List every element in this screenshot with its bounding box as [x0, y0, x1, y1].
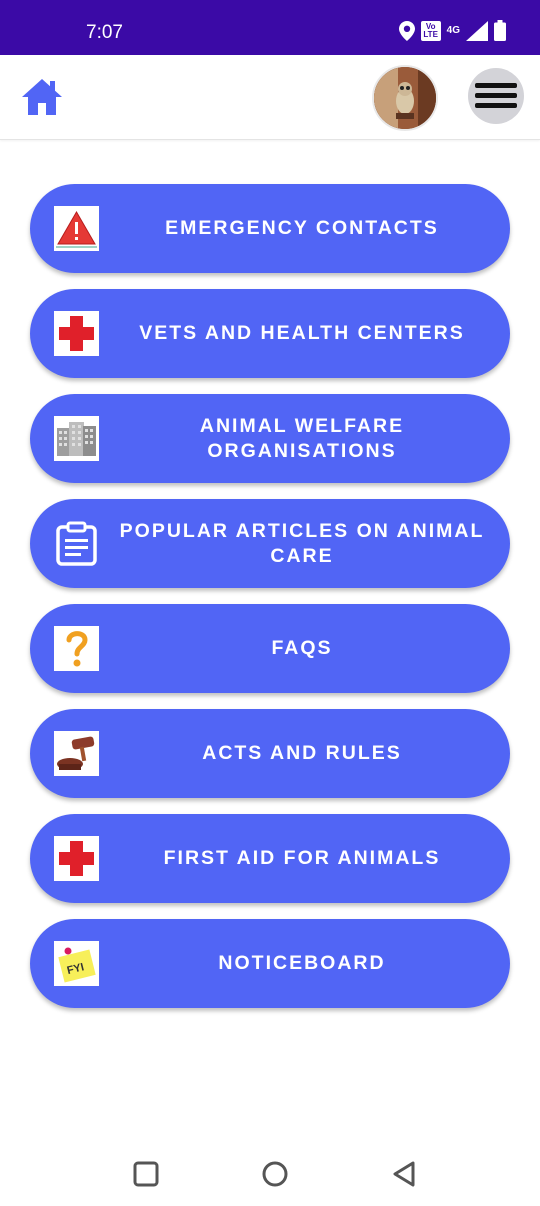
popular-articles-button[interactable]: POPULAR ARTICLES ON ANIMAL CARE: [30, 499, 510, 588]
noticeboard-button[interactable]: FYI NOTICEBOARD: [30, 919, 510, 1008]
home-icon[interactable]: [20, 77, 64, 117]
red-cross-icon: [54, 311, 99, 356]
status-icons: Vo LTE 4G: [398, 20, 506, 41]
menu-item-label: ANIMAL WELFARE ORGANISATIONS: [199, 414, 405, 462]
buildings-icon: [54, 416, 99, 461]
location-icon: [398, 20, 415, 41]
volte-badge: Vo LTE: [420, 20, 441, 41]
question-icon: [54, 626, 99, 671]
hamburger-menu-icon[interactable]: [468, 68, 524, 124]
status-time: 7:07: [86, 22, 123, 43]
menu-item-label: EMERGENCY CONTACTS: [165, 217, 439, 239]
faqs-button[interactable]: FAQS: [30, 604, 510, 693]
menu-item-label: FAQS: [271, 637, 333, 659]
menu-item-label: POPULAR ARTICLES ON ANIMAL CARE: [119, 519, 485, 567]
menu-item-label: NOTICEBOARD: [218, 952, 386, 974]
signal-icon: [466, 20, 488, 41]
vets-health-centers-button[interactable]: VETS AND HEALTH CENTERS: [30, 289, 510, 378]
menu-list: EMERGENCY CONTACTS VETS AND HEALTH CENTE…: [30, 184, 510, 1024]
profile-avatar[interactable]: [372, 65, 438, 131]
app-bar: [0, 55, 540, 140]
animal-welfare-organisations-button[interactable]: ANIMAL WELFARE ORGANISATIONS: [30, 394, 510, 483]
warning-icon: [54, 206, 99, 251]
gavel-icon: [54, 731, 99, 776]
menu-item-label: FIRST AID FOR ANIMALS: [163, 847, 441, 869]
network-type: 4G: [446, 25, 460, 36]
fyi-note-icon: FYI: [54, 941, 99, 986]
red-cross-icon: [54, 836, 99, 881]
square-recents-icon[interactable]: [132, 1160, 160, 1188]
triangle-back-icon[interactable]: [391, 1160, 419, 1188]
status-bar: 7:07 Vo LTE 4G: [0, 0, 540, 55]
menu-item-label: ACTS AND RULES: [202, 742, 402, 764]
acts-and-rules-button[interactable]: ACTS AND RULES: [30, 709, 510, 798]
system-nav-bar: [0, 1140, 540, 1206]
emergency-contacts-button[interactable]: EMERGENCY CONTACTS: [30, 184, 510, 273]
menu-item-label: VETS AND HEALTH CENTERS: [139, 322, 465, 344]
clipboard-icon: [54, 521, 99, 566]
first-aid-for-animals-button[interactable]: FIRST AID FOR ANIMALS: [30, 814, 510, 903]
battery-icon: [494, 20, 506, 41]
circle-home-icon[interactable]: [261, 1160, 289, 1188]
